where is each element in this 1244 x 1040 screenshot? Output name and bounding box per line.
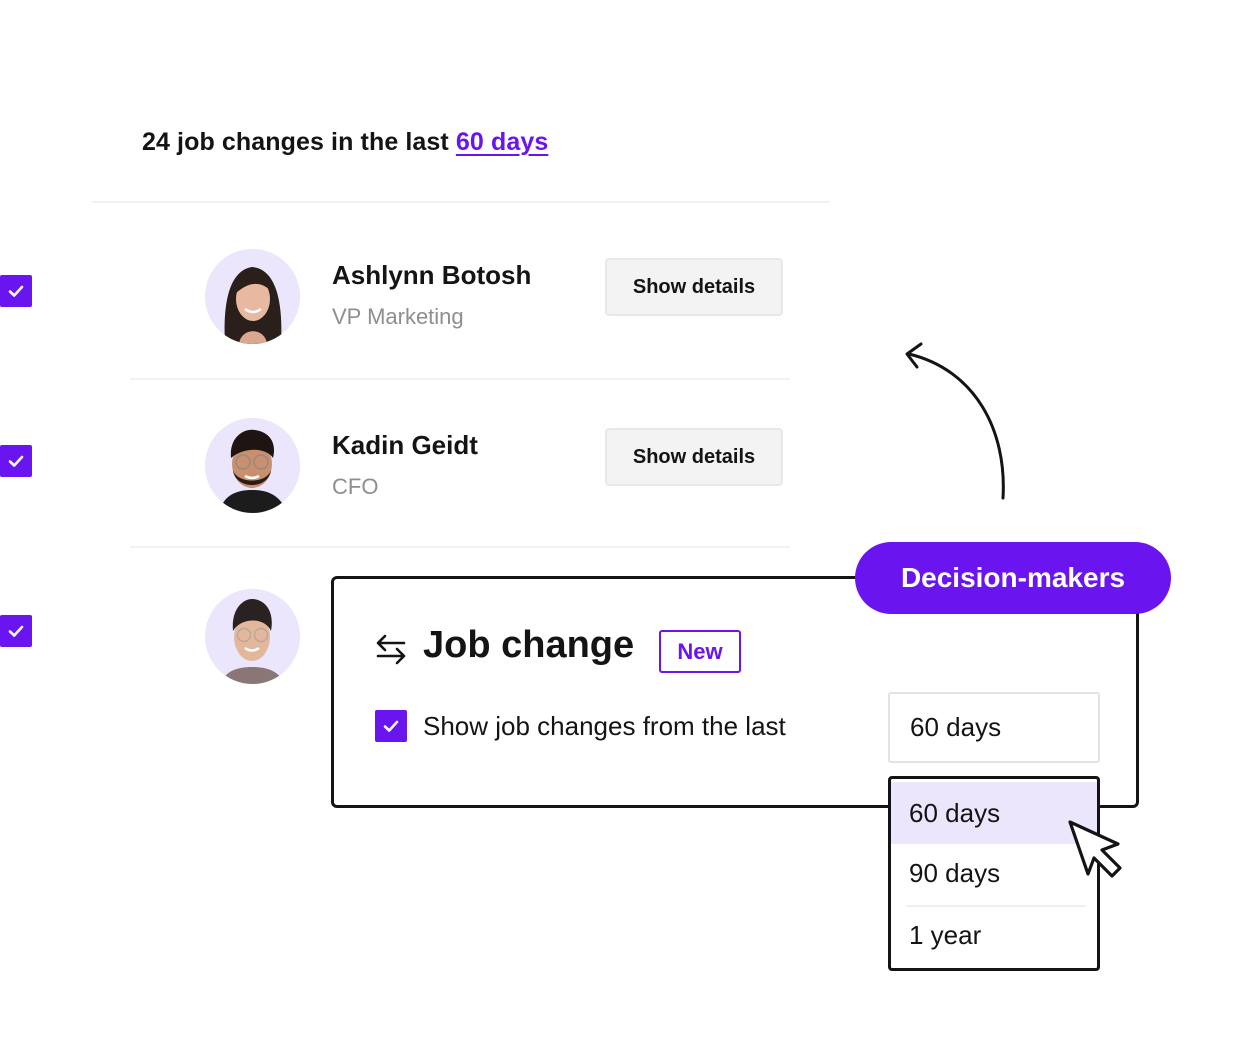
show-details-button[interactable]: Show details — [605, 258, 783, 316]
decision-makers-tag: Decision-makers — [855, 542, 1171, 614]
checkmark-icon — [8, 455, 24, 467]
woman-glasses-bun-avatar — [205, 589, 300, 684]
person-checkbox[interactable] — [0, 275, 32, 307]
avatar — [205, 589, 300, 684]
woman-dark-hair-avatar — [205, 249, 300, 344]
row-divider — [130, 546, 790, 548]
person-checkbox[interactable] — [0, 615, 32, 647]
job-changes-summary: 24 job changes in the last 60 days — [142, 128, 548, 157]
dropdown-option-1-year[interactable]: 1 year — [891, 904, 1097, 966]
avatar — [205, 249, 300, 344]
checkmark-icon — [8, 625, 24, 637]
curved-arrow-icon — [905, 342, 1005, 500]
period-link[interactable]: 60 days — [456, 128, 548, 156]
mouse-pointer-icon — [1068, 820, 1122, 878]
summary-text: 24 job changes in the last — [142, 128, 449, 156]
row-divider — [130, 378, 790, 380]
card-title: Job change — [423, 624, 635, 666]
man-glasses-beard-avatar — [205, 418, 300, 513]
new-badge: New — [659, 630, 741, 673]
checkmark-icon — [8, 285, 24, 297]
person-checkbox[interactable] — [0, 445, 32, 477]
checkbox-label: Show job changes from the last — [423, 711, 786, 741]
header-divider — [92, 201, 830, 203]
swap-arrows-icon — [376, 634, 406, 665]
period-select[interactable]: 60 days — [888, 692, 1100, 763]
person-title: CFO — [332, 474, 379, 499]
select-value: 60 days — [910, 712, 1002, 742]
person-title: VP Marketing — [332, 304, 464, 329]
person-name: Ashlynn Botosh — [332, 260, 532, 290]
checkmark-icon — [383, 720, 399, 732]
person-name: Kadin Geidt — [332, 430, 478, 460]
avatar — [205, 418, 300, 513]
show-job-changes-checkbox[interactable] — [375, 710, 407, 742]
show-details-button[interactable]: Show details — [605, 428, 783, 486]
